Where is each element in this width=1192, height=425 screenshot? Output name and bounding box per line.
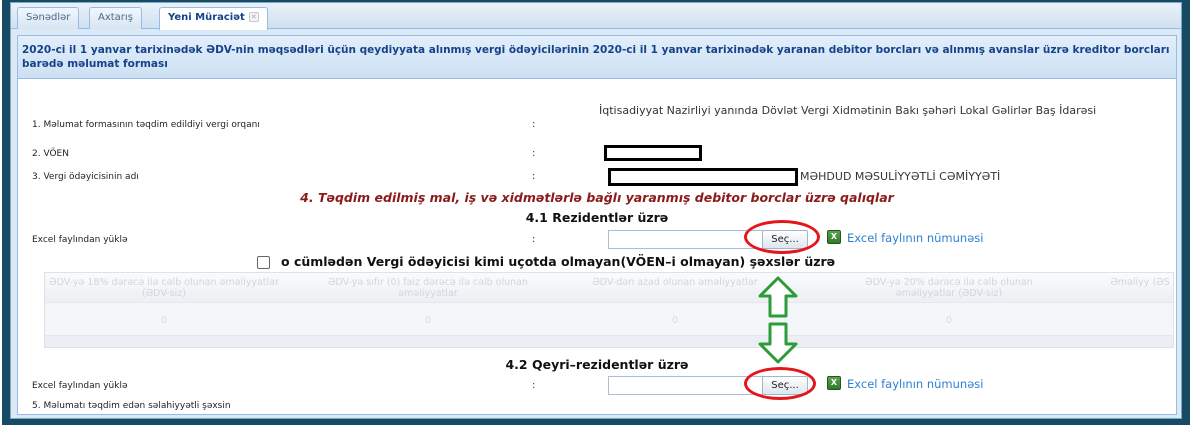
tax-authority-value: İqtisadiyyat Nazirliyi yanında Dövlət Ve… [599,104,1097,117]
grid-col-header: ƏDV-yə 20% dərəcə ilə cəlb olunan əməliy… [865,277,1033,299]
tax-authority-label: 1. Məlumat formasının təqdim edildiyi ve… [32,120,260,130]
grid-col-header: Əməliyy (ƏS [1110,277,1170,288]
colon: : [532,119,536,130]
app-container: Sənədlər Axtarış Yeni Müraciət ✕ 2020-ci … [10,2,1182,419]
tab-strip: Sənədlər Axtarış Yeni Müraciət ✕ [11,3,1181,30]
colon: : [532,380,536,391]
grid-col-header: ƏDV-dən azad olunan əməliyyatlar [592,277,758,288]
redacted-voen [604,145,702,161]
non-voen-checkbox-label: o cümlədən Vergi ödəyicisi kimi uçotda o… [281,254,836,269]
excel-icon[interactable]: X [827,376,841,390]
tab-search[interactable]: Axtarış [89,7,142,29]
grid-cell: 0 [160,315,168,326]
grid-header: ƏDV-yə 18% dərəcə ilə cəlb olunan əməliy… [45,273,1173,303]
excel-upload-label: Excel faylından yüklə [32,235,128,245]
tab-label: Yeni Müraciət [168,12,245,23]
annotation-circle [744,220,820,254]
voen-label: 2. VÖEN [32,149,69,159]
grid-col-header: ƏDV-yə 18% dərəcə ilə cəlb olunan əməliy… [49,277,279,299]
arrow-up-icon [758,276,798,318]
section-4-2-title: 4.2 Qeyri–rezidentlər üzrə [505,357,689,372]
window-frame: Sənədlər Axtarış Yeni Müraciət ✕ 2020-ci … [2,0,1190,425]
data-grid: ƏDV-yə 18% dərəcə ilə cəlb olunan əməliy… [44,272,1174,348]
grid-col-header: ƏDV-yə sıfır (0) faiz dərəcə ilə cəlb ol… [327,277,529,299]
authorized-person-label: 5. Məlumatı təqdim edən səlahiyyətli şəx… [32,401,231,411]
tab-documents[interactable]: Sənədlər [17,7,80,29]
grid-cell: 0 [945,315,953,326]
tab-new-application[interactable]: Yeni Müraciət ✕ [159,7,268,30]
redacted-taxpayer-name [608,168,798,186]
section-4-title: 4. Təqdim edilmiş mal, iş və xidmətlərlə… [300,190,894,205]
excel-upload-label: Excel faylından yüklə [32,381,128,391]
form-panel: 2020-ci il 1 yanvar tarixinədək ƏDV-nin … [17,35,1177,415]
taxpayer-name-label: 3. Vergi ödəyicisinin adı [32,172,139,182]
close-icon[interactable]: ✕ [248,12,259,22]
excel-sample-link[interactable]: Excel faylının nümunəsi [847,377,983,391]
section-4-1-title: 4.1 Rezidentlər üzrə [525,210,669,225]
file-path-input[interactable] [608,230,764,249]
grid-cell: 0 [424,315,432,326]
horizontal-scrollbar[interactable] [45,335,1173,347]
annotation-circle [744,367,816,400]
tab-label: Axtarış [98,12,133,23]
colon: : [532,171,536,182]
grid-cell: 0 [671,315,679,326]
excel-icon[interactable]: X [827,230,841,244]
panel-title: 2020-ci il 1 yanvar tarixinədək ƏDV-nin … [18,36,1176,79]
file-path-input[interactable] [608,376,764,395]
taxpayer-name-value: MƏHDUD MƏSULİYYƏTLİ CƏMİYYƏTİ [800,170,1001,183]
excel-sample-link[interactable]: Excel faylının nümunəsi [847,231,983,245]
colon: : [532,234,536,245]
colon: : [532,148,536,159]
non-voen-checkbox[interactable] [257,256,270,269]
tab-label: Sənədlər [26,12,71,23]
